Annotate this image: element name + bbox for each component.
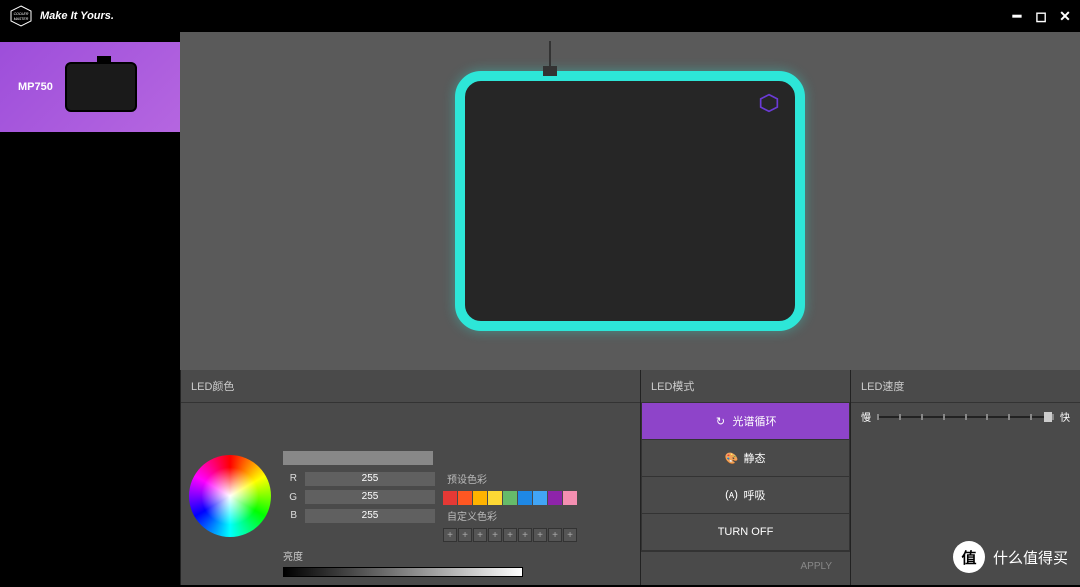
swatch[interactable] [473, 491, 487, 505]
b-label: B [283, 510, 297, 521]
r-input[interactable]: 255 [305, 472, 435, 486]
custom-slot[interactable]: + [473, 528, 487, 542]
svg-text:MASTER: MASTER [14, 17, 29, 21]
svg-text:COOLER: COOLER [14, 12, 29, 16]
watermark-text: 什么值得买 [993, 547, 1068, 568]
speed-knob[interactable] [1044, 412, 1052, 422]
swatch[interactable] [503, 491, 517, 505]
mode-turn-off[interactable]: TURN OFF [641, 513, 850, 551]
color-preview-bar [283, 451, 433, 465]
preset-swatches [443, 491, 577, 505]
speed-slow-label: 慢 [861, 409, 871, 424]
custom-slot[interactable]: + [533, 528, 547, 542]
custom-swatches: + + + + + + + + + [443, 528, 577, 542]
swatch[interactable] [548, 491, 562, 505]
preset-label: 预设色彩 [447, 471, 487, 486]
device-thumbnail[interactable]: MP750 [0, 42, 180, 132]
g-input[interactable]: 255 [305, 490, 435, 504]
slogan-text: Make It Yours. [40, 10, 114, 22]
custom-label: 自定义色彩 [447, 508, 497, 523]
brand-logo: COOLERMASTER [8, 3, 34, 29]
swatch[interactable] [458, 491, 472, 505]
custom-slot[interactable]: + [563, 528, 577, 542]
speed-slider[interactable] [877, 416, 1054, 418]
device-name: MP750 [18, 81, 53, 93]
mode-breathing[interactable]: (ᴀ) 呼吸 [641, 476, 850, 514]
palette-icon: 🎨 [726, 452, 738, 464]
led-speed-title: LED速度 [851, 370, 1080, 403]
maximize-button[interactable]: ◻ [1034, 9, 1048, 23]
brightness-slider[interactable] [283, 567, 523, 577]
mode-label: 静态 [744, 450, 766, 466]
swatch[interactable] [563, 491, 577, 505]
watermark-badge: 值 [953, 541, 985, 573]
mode-label: TURN OFF [718, 526, 774, 538]
mode-label: 呼吸 [744, 487, 766, 503]
pad-logo-icon [759, 93, 779, 113]
custom-slot[interactable]: + [548, 528, 562, 542]
custom-slot[interactable]: + [503, 528, 517, 542]
color-wheel[interactable] [189, 455, 271, 537]
apply-button[interactable]: APPLY [641, 551, 850, 581]
custom-slot[interactable]: + [518, 528, 532, 542]
cycle-icon: ↻ [715, 415, 727, 427]
mode-spectrum[interactable]: ↻ 光谱循环 [641, 402, 850, 440]
led-mode-panel: LED模式 ↻ 光谱循环 🎨 静态 (ᴀ) 呼吸 TURN OFF APPLY [640, 370, 850, 585]
custom-slot[interactable]: + [488, 528, 502, 542]
led-color-title: LED颜色 [181, 370, 640, 403]
close-button[interactable]: ✕ [1058, 9, 1072, 23]
mode-static[interactable]: 🎨 静态 [641, 439, 850, 477]
mousepad-preview [455, 71, 805, 331]
watermark: 值 什么值得买 [953, 541, 1068, 573]
preview-area [180, 32, 1080, 370]
swatch[interactable] [443, 491, 457, 505]
swatch[interactable] [533, 491, 547, 505]
custom-slot[interactable]: + [458, 528, 472, 542]
led-mode-title: LED模式 [641, 370, 850, 403]
device-thumb-image [65, 62, 137, 112]
swatch[interactable] [488, 491, 502, 505]
custom-slot[interactable]: + [443, 528, 457, 542]
led-color-panel: LED颜色 R 255 预设色彩 G 255 [180, 370, 640, 585]
speed-fast-label: 快 [1060, 409, 1070, 424]
b-input[interactable]: 255 [305, 509, 435, 523]
minimize-button[interactable]: ━ [1010, 9, 1024, 23]
sidebar [0, 132, 180, 585]
cable-graphic [525, 46, 575, 76]
r-label: R [283, 473, 297, 484]
breathing-icon: (ᴀ) [726, 489, 738, 501]
mode-label: 光谱循环 [733, 413, 777, 429]
title-bar: COOLERMASTER Make It Yours. ━ ◻ ✕ [0, 0, 1080, 32]
swatch[interactable] [518, 491, 532, 505]
brightness-label: 亮度 [283, 548, 632, 563]
g-label: G [283, 492, 297, 503]
